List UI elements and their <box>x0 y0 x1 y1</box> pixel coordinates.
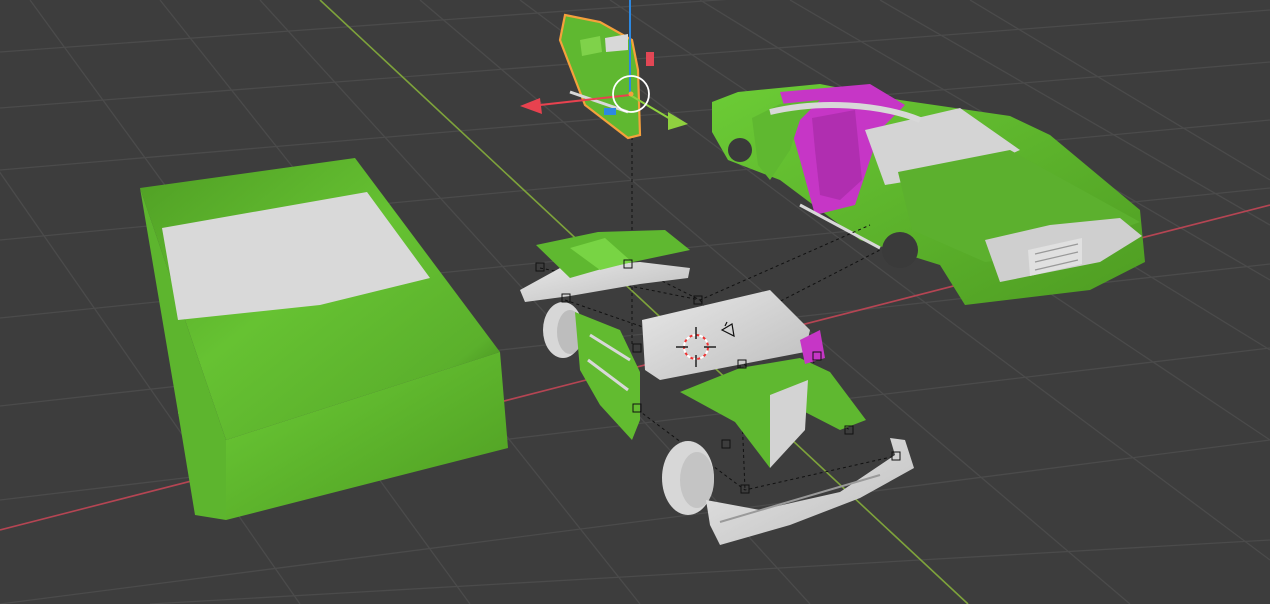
convertible-car-body[interactable] <box>712 84 1145 305</box>
car-front-bumper-part[interactable] <box>706 438 914 545</box>
car-side-door-part[interactable] <box>575 312 640 440</box>
gizmo-plane-handle[interactable] <box>646 52 654 66</box>
object-origin-dot <box>628 91 634 97</box>
viewport-canvas[interactable] <box>0 0 1270 604</box>
car-wheel-front[interactable] <box>662 441 714 515</box>
3d-viewport[interactable] <box>0 0 1270 604</box>
